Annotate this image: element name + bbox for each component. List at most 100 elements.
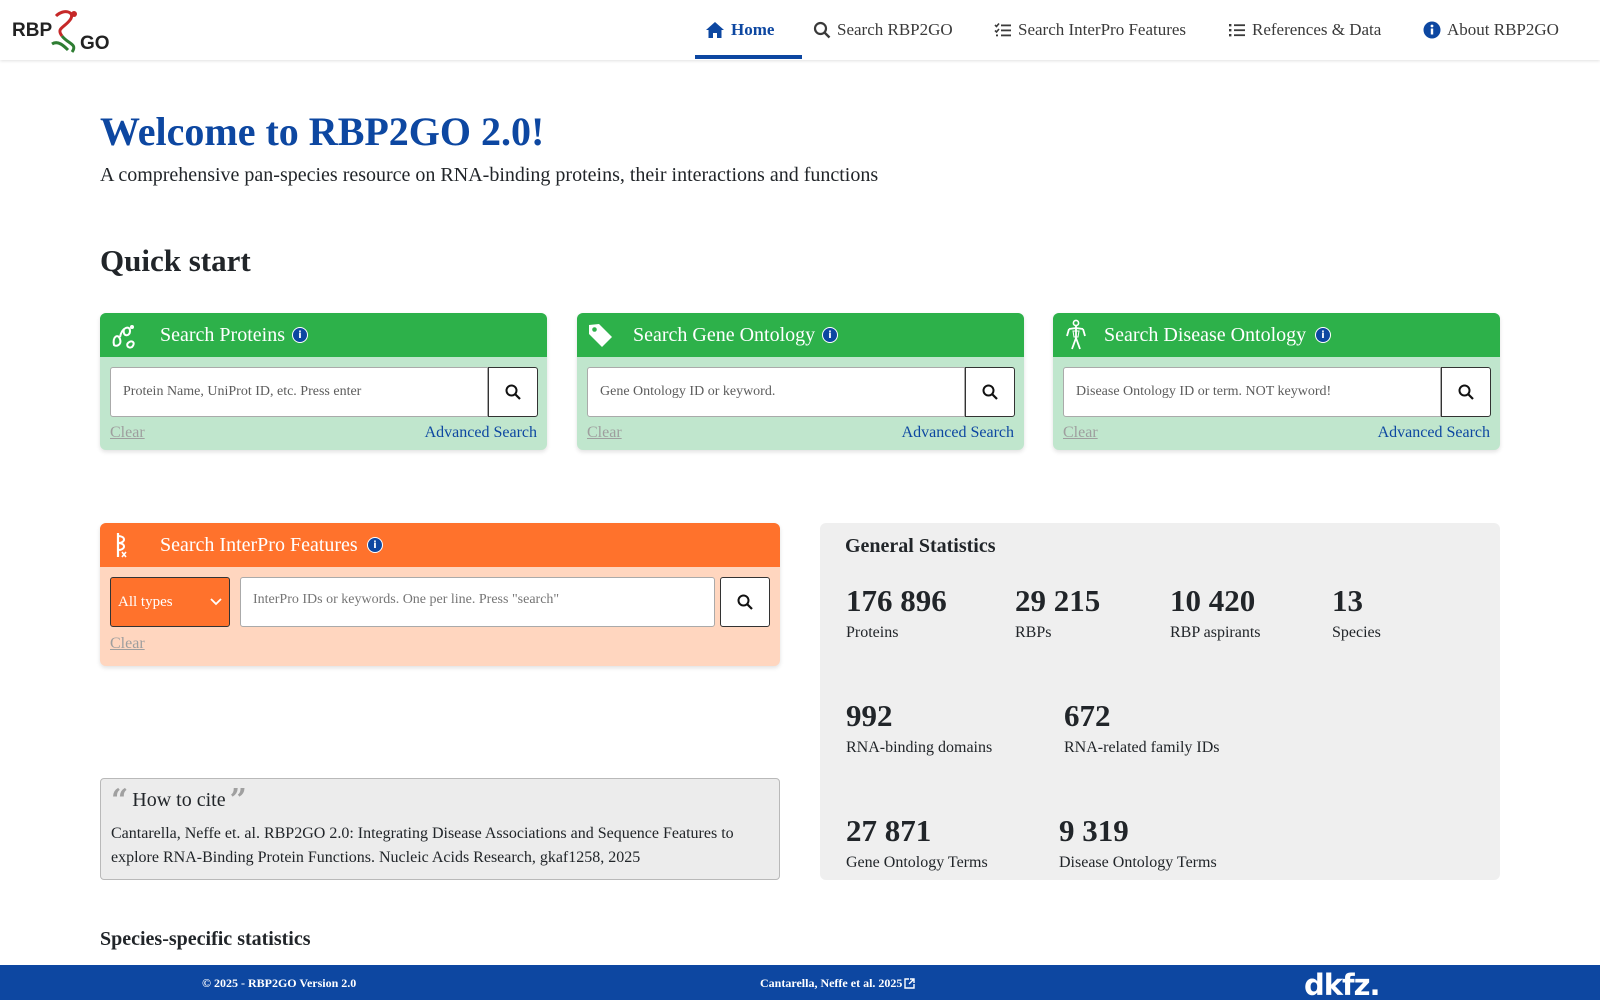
search-go-header: Search Gene Ontology i (577, 313, 1024, 357)
stat-value: 29 215 (1015, 583, 1101, 618)
search-interpro-title: Search InterPro Features (160, 534, 358, 556)
footer: © 2025 - RBP2GO Version 2.0 Cantarella, … (0, 965, 1600, 1000)
interpro-type-value: All types (118, 593, 173, 610)
search-icon (813, 21, 831, 39)
interpro-query-input[interactable] (240, 577, 715, 627)
nav-home-label: Home (731, 20, 775, 39)
stat-rna-binding-domains: 992 RNA-binding domains (846, 699, 992, 757)
stat-label: Gene Ontology Terms (846, 854, 988, 871)
human-body-icon (1066, 319, 1086, 350)
page-title: Welcome to RBP2GO 2.0! (100, 109, 545, 154)
interpro-search-button[interactable] (720, 577, 770, 627)
nav-home[interactable]: Home (705, 0, 774, 60)
footer-citation-link[interactable]: Cantarella, Neffe et al. 2025 (760, 976, 916, 991)
stat-label: RNA-related family IDs (1064, 739, 1220, 756)
footer-copyright: © 2025 - RBP2GO Version 2.0 (202, 976, 357, 990)
search-proteins-clear[interactable]: Clear (110, 424, 145, 442)
search-go-advanced[interactable]: Advanced Search (902, 424, 1014, 442)
quote-open-icon: “ (111, 782, 129, 818)
nav-active-indicator (695, 55, 802, 59)
nav-about[interactable]: About RBP2GO (1423, 0, 1559, 60)
general-statistics-panel: General Statistics 176 896 Proteins 29 2… (820, 523, 1500, 880)
interpro-type-select[interactable]: All types (110, 577, 230, 627)
svg-text:GO: GO (80, 33, 110, 54)
rbp2go-logo[interactable]: RBP GO (12, 6, 116, 54)
quick-start-heading: Quick start (100, 243, 251, 278)
search-do-title: Search Disease Ontology (1104, 324, 1307, 346)
search-interpro-header: Search InterPro Features i (100, 523, 780, 567)
stat-species: 13 Species (1332, 584, 1381, 642)
citation-text: Cantarella, Neffe et. al. RBP2GO 2.0: In… (111, 825, 734, 866)
search-interpro-card: Search InterPro Features i All types Cle… (100, 523, 780, 666)
stat-rbp-aspirants: 10 420 RBP aspirants (1170, 584, 1261, 642)
list-check-icon (994, 22, 1011, 37)
stat-rbps: 29 215 RBPs (1015, 584, 1100, 642)
footer-citation-text: Cantarella, Neffe et al. 2025 (760, 976, 903, 990)
page-subtitle: A comprehensive pan-species resource on … (100, 164, 879, 186)
stat-value: 13 (1332, 583, 1363, 618)
nav-references-data[interactable]: References & Data (1228, 0, 1381, 60)
search-go-input[interactable] (587, 367, 965, 417)
list-icon (1229, 24, 1245, 37)
search-go-box (587, 367, 1015, 417)
search-go-button[interactable] (965, 367, 1015, 417)
search-proteins-button[interactable] (488, 367, 538, 417)
search-go-title: Search Gene Ontology (633, 324, 816, 346)
stat-label: Species (1332, 624, 1381, 641)
search-do-clear[interactable]: Clear (1063, 424, 1098, 442)
stat-do-terms: 9 319 Disease Ontology Terms (1059, 814, 1217, 872)
stat-value: 27 871 (846, 813, 932, 848)
search-proteins-info-icon[interactable]: i (292, 327, 308, 343)
search-do-box (1063, 367, 1491, 417)
search-go-card: Search Gene Ontology i Clear Advanced Se… (577, 313, 1024, 450)
stat-rna-family-ids: 672 RNA-related family IDs (1064, 699, 1220, 757)
search-do-button[interactable] (1441, 367, 1491, 417)
stat-label: RNA-binding domains (846, 739, 993, 756)
stat-value: 9 319 (1059, 813, 1129, 848)
how-to-cite-title: How to cite (132, 789, 226, 811)
stat-go-terms: 27 871 Gene Ontology Terms (846, 814, 988, 872)
quote-close-icon: ” (229, 782, 247, 818)
stat-value: 992 (846, 698, 893, 733)
protein-icon (112, 325, 135, 349)
search-icon (982, 384, 998, 400)
svg-text:RBP: RBP (12, 20, 52, 41)
search-go-clear[interactable]: Clear (587, 424, 622, 442)
stat-value: 672 (1064, 698, 1111, 733)
how-to-cite-box: “ How to cite ” Cantarella, Neffe et. al… (100, 778, 780, 880)
chevron-down-icon (210, 598, 222, 606)
dna-sequence-icon (116, 533, 127, 558)
search-icon (1458, 384, 1474, 400)
search-proteins-advanced[interactable]: Advanced Search (425, 424, 537, 442)
stat-label: RBPs (1015, 624, 1052, 641)
search-proteins-input[interactable] (110, 367, 488, 417)
nav-about-label: About RBP2GO (1447, 20, 1559, 39)
stat-label: RBP aspirants (1170, 624, 1261, 641)
nav-search-interpro-label: Search InterPro Features (1018, 20, 1187, 39)
stat-proteins: 176 896 Proteins (846, 584, 947, 642)
general-statistics-title: General Statistics (845, 535, 996, 557)
search-proteins-title: Search Proteins (160, 324, 285, 346)
nav-search-interpro[interactable]: Search InterPro Features (994, 0, 1186, 60)
search-do-info-icon[interactable]: i (1315, 327, 1331, 343)
stat-value: 10 420 (1170, 583, 1256, 618)
search-proteins-header: Search Proteins i (100, 313, 547, 357)
stat-value: 176 896 (846, 583, 947, 618)
interpro-clear[interactable]: Clear (110, 635, 145, 653)
search-do-input[interactable] (1063, 367, 1441, 417)
search-interpro-info-icon[interactable]: i (367, 537, 383, 553)
dkfz-logo[interactable]: dkfz. (1304, 968, 1381, 1000)
search-proteins-box (110, 367, 538, 417)
nav-search-rbp2go[interactable]: Search RBP2GO (813, 0, 953, 60)
species-statistics-heading: Species-specific statistics (100, 928, 311, 950)
search-do-advanced[interactable]: Advanced Search (1378, 424, 1490, 442)
top-navbar: RBP GO Home Search RBP2GO Search InterPr… (0, 0, 1600, 60)
search-proteins-card: Search Proteins i Clear Advanced Search (100, 313, 547, 450)
home-icon (706, 22, 724, 38)
stat-label: Proteins (846, 624, 899, 641)
search-go-info-icon[interactable]: i (822, 327, 838, 343)
tag-icon (589, 324, 612, 347)
search-do-card: Search Disease Ontology i Clear Advanced… (1053, 313, 1500, 450)
search-icon (505, 384, 521, 400)
how-to-cite-heading: “ How to cite ” (111, 782, 247, 818)
